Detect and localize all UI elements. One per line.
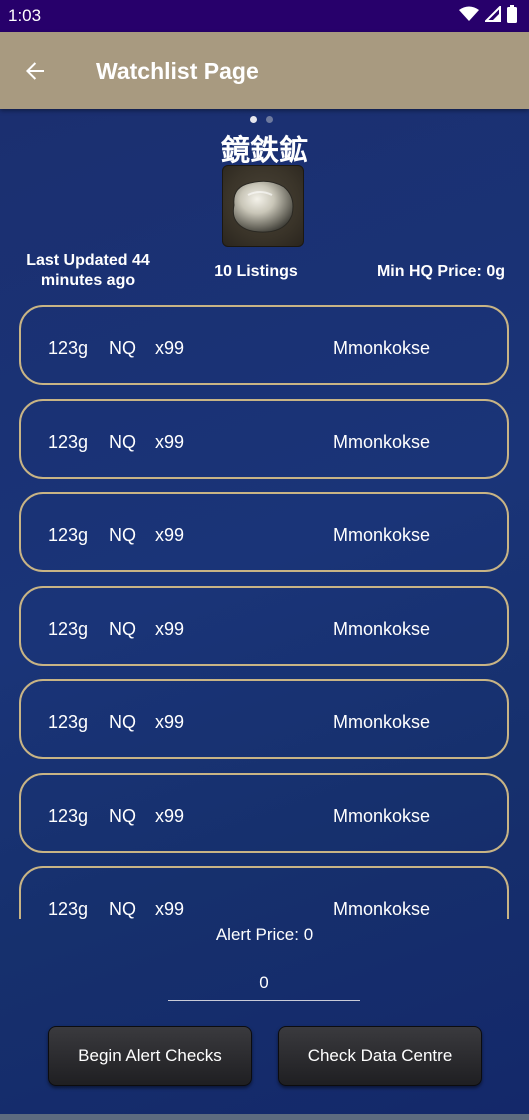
listing-seller: Mmonkokse [333,805,431,826]
arrow-left-icon [26,62,44,80]
listing-card[interactable]: 123g NQ x99 Mmonkokse [19,585,509,666]
ore-icon [222,165,304,247]
alert-price-label: Alert Price: 0 [215,925,314,944]
last-updated: Last Updated 44 minutes ago [12,251,164,291]
battery-icon [507,4,517,28]
listing-card[interactable]: 123g NQ x99 Mmonkokse [19,679,509,759]
alert-price-input[interactable] [168,965,360,1001]
begin-alert-checks-button[interactable]: Begin Alert Checks [48,1026,252,1086]
status-icons [459,4,517,28]
listing-seller: Mmonkokse [333,899,431,919]
app-bar: Watchlist Page [0,32,529,109]
listing-price: 123g [48,431,89,452]
listing-card[interactable]: 123g NQ x99 Mmonkokse [19,398,509,479]
listings-list[interactable]: 123g NQ x99 Mmonkokse 123g NQ x99 Mmonkokse 123g… [0,301,529,919]
listing-card[interactable]: 123g NQ x99 Mmonkokse [19,305,509,385]
check-data-centre-button[interactable]: Check Data Centre [278,1026,482,1086]
listing-card[interactable]: 123g NQ x99 Mmonkokse [19,772,509,853]
listing-quantity: x99 [155,525,185,545]
wifi-icon [459,6,479,27]
listing-seller: Mmonkokse [333,618,431,639]
info-row: Last Updated 44 minutes ago 10 Listings … [0,251,529,301]
listing-quality: NQ [109,431,136,452]
page-title: Watchlist Page [96,58,259,84]
listing-quality: NQ [109,338,136,358]
last-updated-line1: Last Updated 44 [26,252,150,269]
main-content: 鏡鉄鉱 Last Updated 44 minutes ago 10 Listi… [0,109,529,1120]
listing-price: 123g [48,899,89,919]
page-indicator [250,116,273,123]
listing-quantity: x99 [155,712,185,732]
page-dot-active[interactable] [250,116,257,123]
signal-icon [483,4,501,27]
page-dot[interactable] [266,116,273,123]
listing-quality: NQ [109,712,136,732]
listing-quantity: x99 [155,431,185,452]
min-hq-price: Min HQ Price: 0g [376,263,505,280]
listing-quality: NQ [109,525,136,545]
listing-price: 123g [48,805,89,826]
listing-seller: Mmonkokse [333,431,431,452]
listing-price: 123g [48,712,89,732]
listing-seller: Mmonkokse [333,712,431,732]
listing-price: 123g [48,338,89,358]
item-name: 鏡鉄鉱 [220,133,308,167]
bottom-edge [0,1114,529,1120]
listing-quantity: x99 [155,805,185,826]
listing-quality: NQ [109,899,136,919]
last-updated-line2: minutes ago [40,272,136,289]
listing-quality: NQ [109,805,136,826]
status-bar: 1:03 [0,0,529,32]
listing-price: 123g [48,618,89,639]
status-time: 1:03 [8,6,42,25]
listing-card[interactable]: 123g NQ x99 Mmonkokse [19,492,509,572]
listings-count: 10 Listings [214,263,298,280]
listing-card[interactable]: 123g NQ x99 Mmonkokse [19,866,509,919]
listing-quality: NQ [109,618,136,639]
back-button[interactable] [18,54,52,88]
listing-seller: Mmonkokse [333,525,431,545]
listing-quantity: x99 [155,899,185,919]
listing-seller: Mmonkokse [333,338,431,358]
listing-quantity: x99 [155,618,185,639]
listing-price: 123g [48,525,89,545]
listing-quantity: x99 [155,338,185,358]
